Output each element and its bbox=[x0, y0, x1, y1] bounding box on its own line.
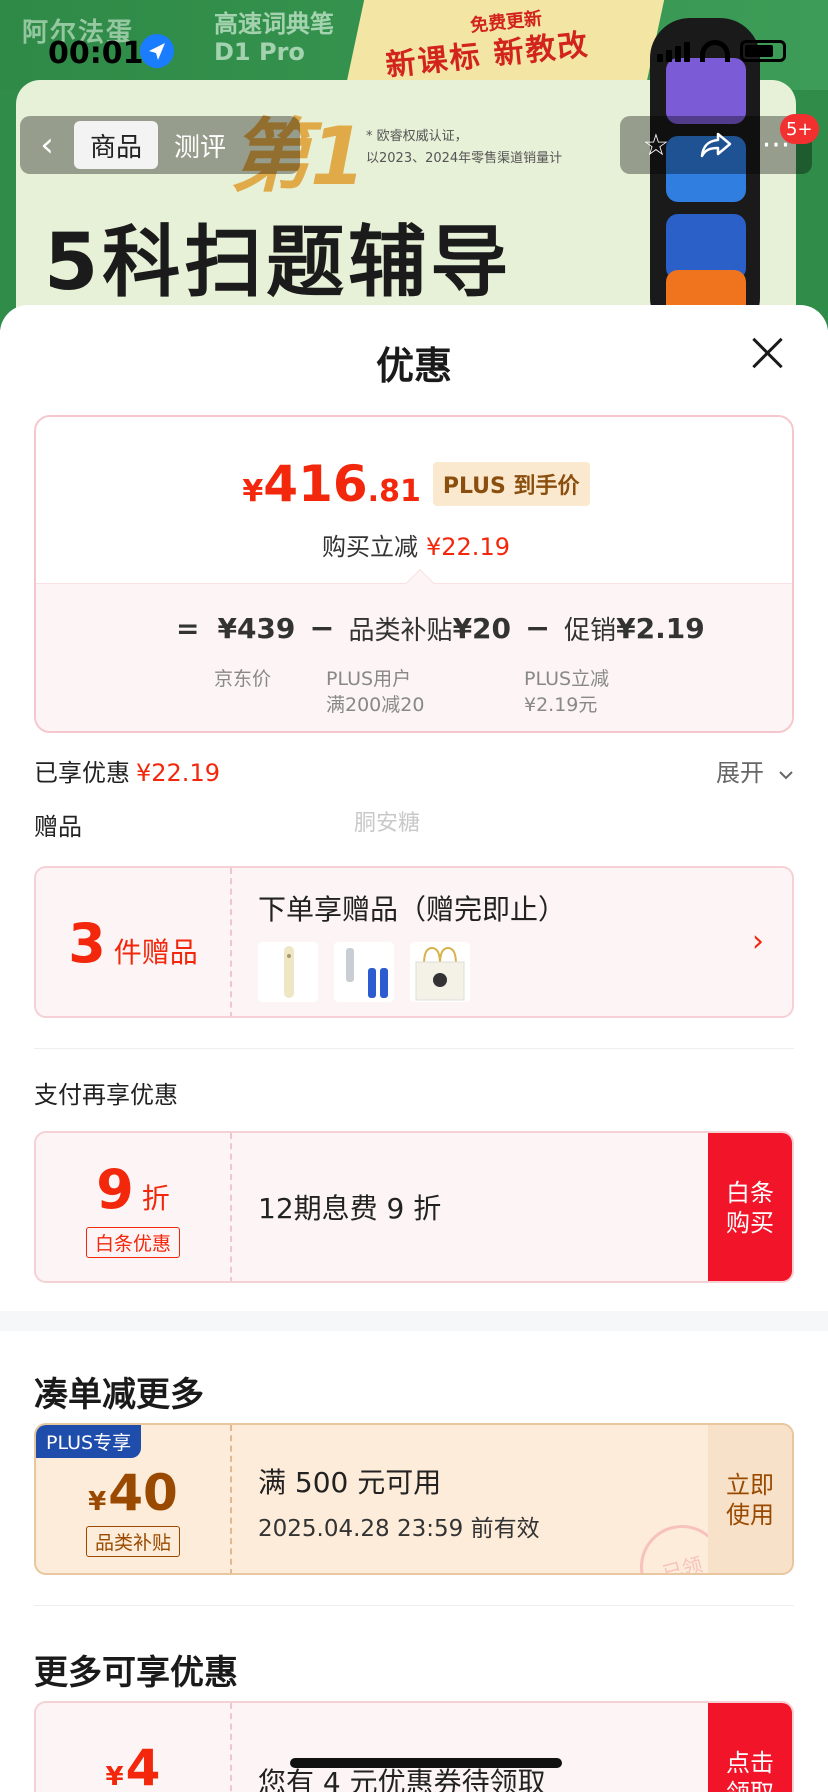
claim-coupon-button[interactable]: 点击领取 bbox=[708, 1703, 792, 1792]
home-indicator[interactable] bbox=[290, 1758, 562, 1768]
close-icon[interactable] bbox=[748, 333, 788, 373]
promo-value: ¥2.19 bbox=[616, 612, 705, 645]
hero-headline: 5科扫题辅导 bbox=[44, 218, 513, 308]
price-summary: ¥ 416 .81 PLUS 到手价 购买立减 ¥22.19 bbox=[36, 417, 792, 585]
baitiao-chip: 白条优惠 bbox=[85, 1227, 180, 1258]
expand-toggle[interactable]: 展开 bbox=[716, 753, 794, 788]
equals-sign: = bbox=[176, 612, 200, 645]
promo-caption-line2: ¥2.19元 bbox=[524, 694, 598, 716]
promo-caption: PLUS立减 ¥2.19元 bbox=[524, 666, 609, 718]
gift-thumbnails bbox=[258, 942, 470, 1002]
instant-reduction: 购买立减 ¥22.19 bbox=[36, 527, 792, 562]
expand-label: 展开 bbox=[716, 759, 764, 787]
battery-icon bbox=[740, 40, 786, 62]
subsidy-label: 品类补贴 bbox=[348, 616, 453, 646]
gift-image-pen-case[interactable] bbox=[258, 942, 318, 1002]
enjoyed-label: 已享优惠 bbox=[34, 759, 130, 787]
subsidy-caption-line1: PLUS用户 bbox=[326, 668, 412, 690]
plus-coupon-currency: ¥ bbox=[88, 1486, 107, 1517]
wifi-icon bbox=[700, 40, 730, 62]
star-icon[interactable]: ☆ bbox=[632, 121, 680, 169]
price-currency: ¥ bbox=[242, 474, 264, 509]
tab-product[interactable]: 商品 bbox=[74, 121, 159, 169]
baitiao-discount-unit: 折 bbox=[141, 1182, 170, 1215]
chevron-down-icon bbox=[778, 759, 794, 787]
more-coupon-amount: ¥ 4 bbox=[106, 1739, 161, 1792]
gift-count: 3 件赠品 bbox=[68, 912, 198, 975]
enjoyed-value: ¥22.19 bbox=[136, 759, 220, 787]
baitiao-buy-button[interactable]: 白条购买 bbox=[708, 1133, 792, 1281]
rank-claim: * 欧睿权威认证， 以2023、2024年零售渠道销量计 bbox=[366, 126, 562, 170]
price-formula: = ¥439 − 品类补贴 ¥20 − 促销 ¥2.19 bbox=[176, 610, 705, 647]
reduce-label: 购买立减 bbox=[322, 533, 418, 561]
baitiao-discount: 9 折 bbox=[96, 1158, 170, 1221]
baitiao-card: 9 折 白条优惠 12期息费 9 折 白条购买 bbox=[34, 1131, 794, 1283]
tab-review[interactable]: 测评 bbox=[158, 121, 242, 169]
final-price: ¥ 416 .81 PLUS 到手价 bbox=[36, 455, 792, 514]
gift-count-unit: 件赠品 bbox=[113, 935, 198, 969]
gift-count-box: 3 件赠品 bbox=[36, 868, 232, 1016]
gift-image-batteries[interactable] bbox=[334, 942, 394, 1002]
baitiao-text: 12期息费 9 折 bbox=[258, 1192, 442, 1225]
subsidy-caption: PLUS用户 满200减20 bbox=[326, 666, 424, 718]
watermark: 胴安糖 bbox=[354, 811, 421, 836]
base-price-caption: 京东价 bbox=[214, 668, 272, 690]
gift-image-tote-bag[interactable] bbox=[410, 942, 470, 1002]
share-icon[interactable] bbox=[692, 121, 740, 169]
use-now-button[interactable]: 立即使用 bbox=[708, 1425, 792, 1573]
more-coupon-card: ¥ 4 您有 4 元优惠券待领取 点击领取 bbox=[34, 1701, 794, 1792]
plus-coupon-condition: 满 500 元可用 bbox=[258, 1466, 442, 1499]
more-section-title: 更多可享优惠 bbox=[34, 1653, 238, 1693]
bundle-section-title: 凑单减更多 bbox=[34, 1375, 204, 1415]
chevron-right-icon: › bbox=[752, 924, 764, 959]
more-coupon-value: 4 bbox=[125, 1739, 161, 1792]
gift-count-number: 3 bbox=[68, 911, 106, 975]
back-arrow-icon[interactable]: ‹ bbox=[20, 116, 74, 174]
plus-coupon-value: 40 bbox=[108, 1463, 178, 1522]
price-breakdown: = ¥439 − 品类补贴 ¥20 − 促销 ¥2.19 京东价 PLUS用户 … bbox=[36, 583, 792, 731]
gift-section-label: 赠品 bbox=[34, 813, 82, 841]
baitiao-discount-number: 9 bbox=[96, 1158, 134, 1221]
section-separator bbox=[0, 1311, 828, 1331]
more-coupon-amount-box: ¥ 4 bbox=[36, 1703, 232, 1792]
signal-icon bbox=[657, 42, 690, 62]
plus-coupon-amount: ¥ 40 bbox=[88, 1464, 178, 1522]
plus-price-tag: PLUS 到手价 bbox=[432, 462, 590, 506]
status-time: 00:01 bbox=[48, 36, 144, 71]
promo-caption-line1: PLUS立减 bbox=[524, 668, 610, 690]
claim-line2: 以2023、2024年零售渠道销量计 bbox=[366, 151, 563, 166]
divider bbox=[34, 1048, 794, 1049]
status-icons bbox=[657, 40, 786, 62]
sheet-title: 优惠 bbox=[375, 344, 452, 388]
gift-card[interactable]: 3 件赠品 下单享赠品（赠完即止） › bbox=[34, 866, 794, 1018]
minus-sign: − bbox=[525, 611, 551, 646]
reduce-value: ¥22.19 bbox=[426, 533, 510, 561]
price-integer: 416 bbox=[263, 455, 368, 513]
plus-coupon-validity: 2025.04.28 23:59 前有效 bbox=[258, 1516, 540, 1542]
divider bbox=[34, 1605, 794, 1606]
status-bar: 00:01 bbox=[0, 30, 828, 74]
plus-coupon-amount-box: ¥ 40 品类补贴 bbox=[36, 1425, 232, 1573]
pay-section-label: 支付再享优惠 bbox=[34, 1081, 178, 1109]
discount-sheet: 优惠 ¥ 416 .81 PLUS 到手价 购买立减 ¥22.19 = ¥439 … bbox=[0, 305, 828, 1792]
gift-title: 下单享赠品（赠完即止） bbox=[258, 893, 567, 926]
price-card: ¥ 416 .81 PLUS 到手价 购买立减 ¥22.19 = ¥439 − 品… bbox=[34, 415, 794, 733]
plus-coupon-card: PLUS专享 ¥ 40 品类补贴 满 500 元可用 2025.04.28 23… bbox=[34, 1423, 794, 1575]
claim-line1: * 欧睿权威认证， bbox=[366, 129, 468, 144]
enjoyed-discount: 已享优惠 ¥22.19 bbox=[34, 753, 220, 788]
location-icon bbox=[140, 34, 174, 68]
message-badge: 5+ bbox=[780, 114, 819, 144]
promo-label: 促销 bbox=[564, 616, 617, 646]
plus-coupon-chip: 品类补贴 bbox=[85, 1525, 180, 1557]
more-coupon-currency: ¥ bbox=[105, 1762, 124, 1792]
price-decimal: .81 bbox=[367, 474, 421, 509]
top-nav: ‹ 商品 测评 bbox=[20, 116, 300, 174]
base-price: ¥439 bbox=[217, 612, 296, 645]
subsidy-caption-line2: 满200减20 bbox=[326, 694, 425, 716]
subsidy-value: ¥20 bbox=[452, 612, 512, 645]
minus-sign: − bbox=[309, 611, 335, 646]
baitiao-discount-box: 9 折 白条优惠 bbox=[36, 1133, 232, 1281]
